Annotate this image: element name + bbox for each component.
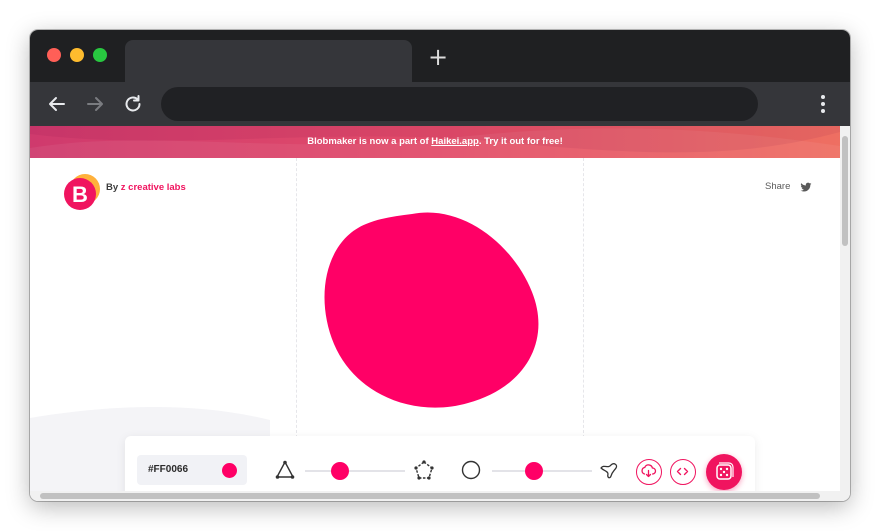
randomize-button[interactable]: [706, 454, 742, 490]
horizontal-scrollbar[interactable]: [30, 491, 850, 501]
banner-message: Blobmaker is now a part of Haikei.app. T…: [30, 126, 840, 158]
reload-icon[interactable]: [121, 92, 145, 116]
view-code-button[interactable]: [670, 459, 696, 485]
blobmaker-logo[interactable]: B: [63, 173, 101, 211]
back-arrow-icon[interactable]: [45, 92, 69, 116]
browser-toolbar: [30, 82, 850, 126]
twitter-icon[interactable]: [800, 182, 812, 193]
download-button[interactable]: [636, 459, 662, 485]
share-label[interactable]: Share: [765, 181, 790, 192]
blob-shape-icon: [600, 463, 618, 479]
haikei-link[interactable]: Haikei.app: [431, 136, 479, 147]
logo-letter: B: [72, 182, 88, 207]
browser-titlebar: +: [30, 30, 850, 82]
new-tab-button[interactable]: +: [428, 45, 448, 69]
page-viewport: Blobmaker is now a part of Haikei.app. T…: [30, 126, 840, 491]
polygon-icon: [414, 460, 434, 480]
color-swatch[interactable]: [222, 463, 237, 478]
vertical-scrollbar[interactable]: [840, 126, 850, 491]
horizontal-scrollbar-thumb[interactable]: [40, 493, 820, 499]
forward-arrow-icon[interactable]: [83, 92, 107, 116]
color-picker[interactable]: #FF0066: [137, 455, 247, 485]
download-icon: [641, 464, 657, 478]
close-window-button[interactable]: [47, 48, 61, 62]
generated-blob[interactable]: [320, 210, 550, 410]
brand-link[interactable]: z creative labs: [121, 182, 186, 193]
banner-prefix: Blobmaker is now a part of: [307, 136, 432, 147]
circle-icon: [461, 460, 481, 480]
vertical-scrollbar-thumb[interactable]: [842, 136, 848, 246]
triangle-icon: [275, 460, 295, 479]
active-tab[interactable]: [125, 40, 412, 82]
address-bar[interactable]: [161, 87, 758, 121]
maximize-window-button[interactable]: [93, 48, 107, 62]
menu-dots-icon[interactable]: [816, 92, 830, 116]
minimize-window-button[interactable]: [70, 48, 84, 62]
by-label: By: [106, 182, 121, 193]
complexity-slider-knob[interactable]: [331, 462, 349, 480]
banner-suffix: . Try it out for free!: [478, 136, 563, 147]
contrast-slider[interactable]: [492, 462, 592, 480]
announcement-banner: Blobmaker is now a part of Haikei.app. T…: [30, 126, 840, 158]
code-icon: [676, 467, 689, 476]
random-dice-icon: [716, 462, 734, 480]
control-bar: #FF0066: [125, 436, 755, 491]
contrast-slider-knob[interactable]: [525, 462, 543, 480]
complexity-slider[interactable]: [305, 462, 405, 480]
color-hex-value[interactable]: #FF0066: [148, 464, 188, 475]
browser-window: + Blobmaker is now a part of Haikei.app.…: [30, 30, 850, 501]
byline: By z creative labs: [106, 182, 186, 193]
